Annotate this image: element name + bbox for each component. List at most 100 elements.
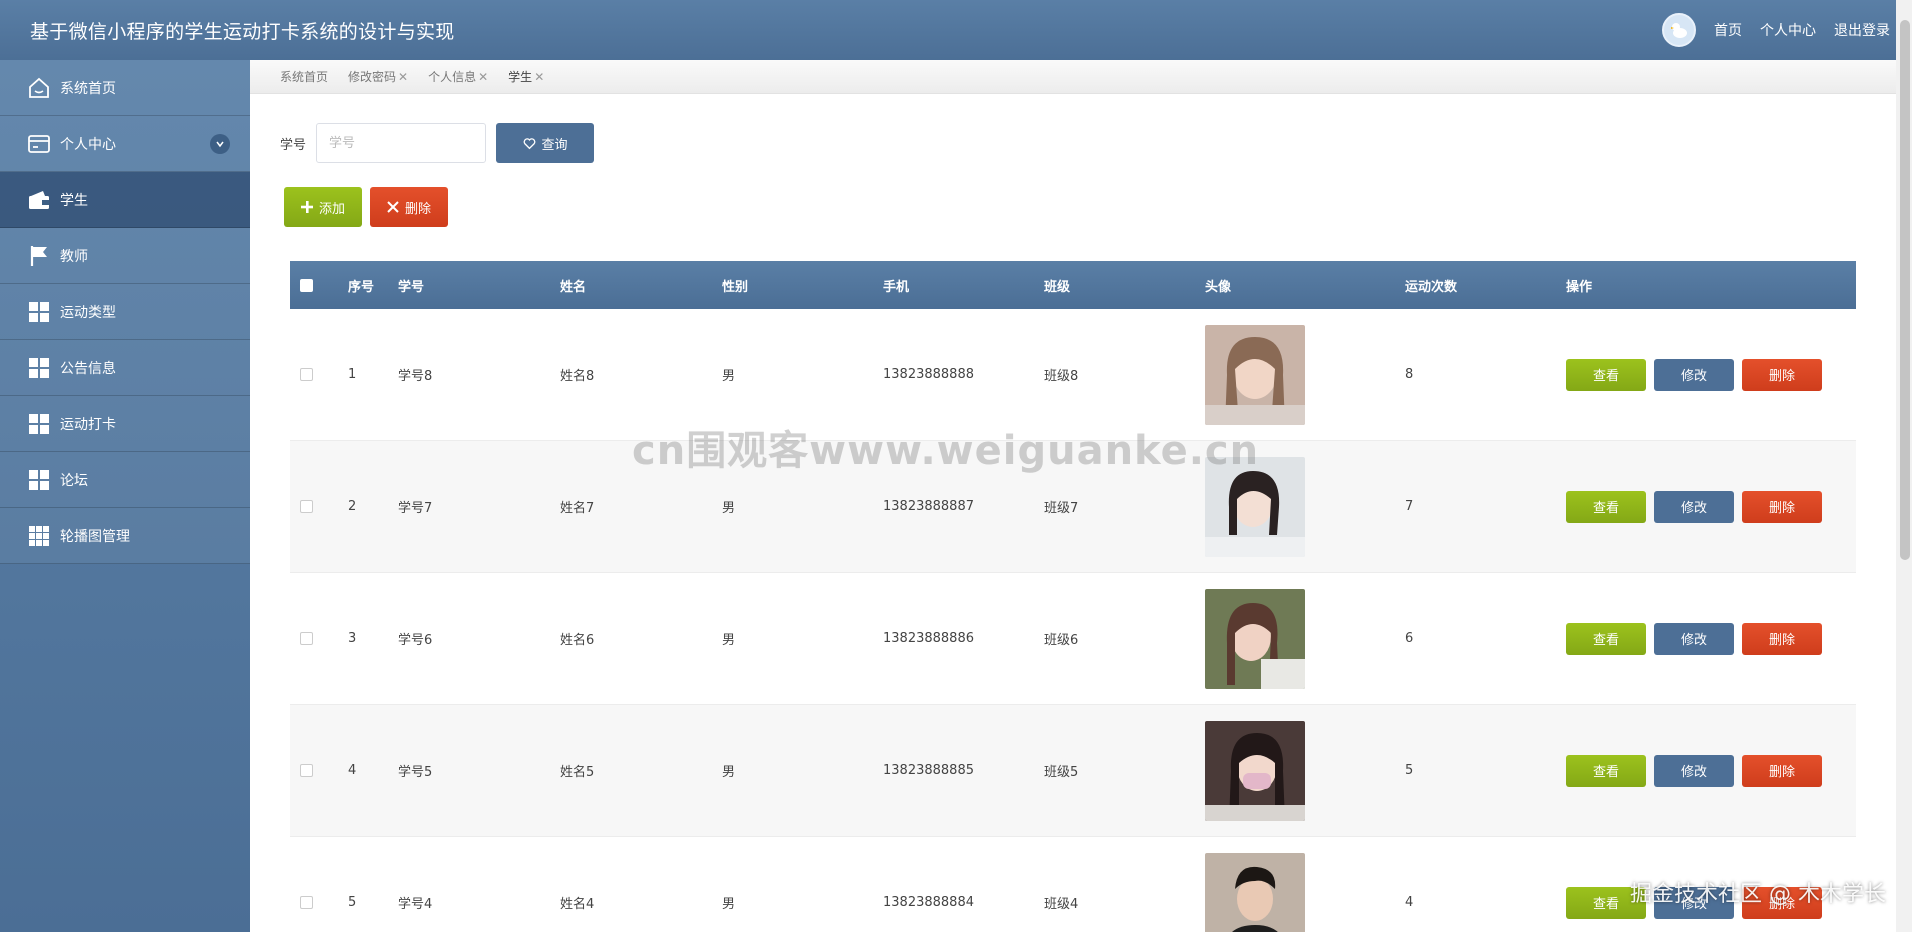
row-name: 姓名8 [560, 369, 595, 384]
row-checkbox[interactable] [300, 368, 313, 381]
tab-student[interactable]: 学生 ✕ [508, 68, 544, 85]
sidebar-item-personal[interactable]: 个人中心 [0, 116, 250, 172]
table-row: 4 学号5 姓名5 男 13823888885 班级5 5 查看 修改 删除 [290, 705, 1856, 837]
card-icon [26, 131, 52, 157]
query-button[interactable]: 查询 [496, 123, 595, 163]
edit-button[interactable]: 修改 [1654, 622, 1734, 655]
row-student-id: 学号5 [398, 765, 433, 780]
search-bar: 学号 查询 [280, 123, 595, 163]
delete-button[interactable]: 删除 [1742, 490, 1822, 523]
delete-button[interactable]: 删除 [1742, 754, 1822, 787]
tab-label: 学生 [508, 70, 533, 84]
sidebar-item-forum[interactable]: 论坛 [0, 452, 250, 508]
header-gender: 性别 [722, 279, 749, 295]
table-row: 2 学号7 姓名7 男 13823888887 班级7 7 查看 修改 删除 [290, 441, 1856, 573]
row-index: 1 [348, 367, 357, 382]
row-avatar-photo [1205, 720, 1305, 821]
row-checkbox[interactable] [300, 896, 313, 909]
row-class: 班级7 [1044, 501, 1079, 516]
grid9-icon [26, 523, 52, 549]
table-header: 序号 学号 姓名 性别 手机 班级 头像 运动次数 操作 [290, 261, 1856, 309]
nav-home-link[interactable]: 首页 [1714, 20, 1742, 40]
logout-link[interactable]: 退出登录 [1834, 20, 1890, 40]
chevron-down-icon[interactable] [210, 133, 230, 154]
sidebar-item-student[interactable]: 学生 [0, 172, 250, 228]
header-count: 运动次数 [1405, 279, 1458, 295]
sidebar-item-label: 公告信息 [60, 360, 116, 377]
query-button-label: 查询 [541, 136, 568, 152]
sidebar-item-teacher[interactable]: 教师 [0, 228, 250, 284]
delete-button[interactable]: 删除 [1742, 886, 1822, 919]
sidebar-item-label: 系统首页 [60, 80, 116, 97]
row-gender: 男 [722, 501, 736, 516]
view-button[interactable]: 查看 [1566, 358, 1646, 391]
add-button[interactable]: 添加 [284, 187, 362, 227]
header-index: 序号 [348, 279, 375, 295]
delete-button[interactable]: 删除 [1742, 622, 1822, 655]
grid-icon [26, 355, 52, 381]
header-avatar: 头像 [1205, 279, 1232, 295]
row-gender: 男 [722, 765, 736, 780]
row-avatar-photo [1205, 456, 1305, 557]
heart-icon [523, 137, 535, 149]
delete-button[interactable]: 删除 [1742, 358, 1822, 391]
row-name: 姓名6 [560, 633, 595, 648]
tab-personal-info[interactable]: 个人信息 ✕ [428, 68, 488, 85]
student-table: 序号 学号 姓名 性别 手机 班级 头像 运动次数 操作 1 学号 8 姓名8 男… [290, 261, 1856, 932]
close-icon[interactable]: ✕ [398, 70, 408, 84]
row-gender: 男 [722, 633, 736, 648]
sidebar-item-home[interactable]: 系统首页 [0, 60, 250, 116]
nav-profile-link[interactable]: 个人中心 [1760, 20, 1816, 40]
row-count: 5 [1405, 763, 1414, 778]
view-button[interactable]: 查看 [1566, 622, 1646, 655]
tab-home[interactable]: 系统首页 [280, 68, 328, 85]
page-scrollbar-thumb[interactable] [1900, 20, 1910, 560]
row-class: 班级8 [1044, 369, 1079, 384]
row-checkbox[interactable] [300, 500, 313, 513]
row-phone: 13823888886 [883, 631, 974, 646]
edit-button[interactable]: 修改 [1654, 754, 1734, 787]
tab-label: 修改密码 [348, 70, 397, 84]
row-checkbox[interactable] [300, 632, 313, 645]
edit-button[interactable]: 修改 [1654, 490, 1734, 523]
page-scrollbar-track[interactable] [1896, 0, 1912, 932]
row-name: 姓名5 [560, 765, 595, 780]
add-button-label: 添加 [318, 200, 345, 216]
row-student-id: 学号7 [398, 501, 433, 516]
row-phone: 13823888887 [883, 499, 974, 514]
header-student-id: 学号 [398, 279, 425, 295]
sidebar-item-label: 运动打卡 [60, 416, 116, 433]
row-checkbox[interactable] [300, 764, 313, 777]
edit-button[interactable]: 修改 [1654, 358, 1734, 391]
batch-delete-button[interactable]: 删除 [370, 187, 448, 227]
view-button[interactable]: 查看 [1566, 886, 1646, 919]
close-icon[interactable]: ✕ [534, 70, 544, 84]
close-icon[interactable]: ✕ [478, 70, 488, 84]
edit-button[interactable]: 修改 [1654, 886, 1734, 919]
plus-icon [300, 201, 313, 213]
sidebar-item-carousel[interactable]: 轮播图管理 [0, 508, 250, 564]
row-count: 8 [1405, 367, 1414, 382]
row-avatar-photo [1205, 852, 1305, 932]
student-id-input[interactable] [316, 123, 487, 163]
sidebar-item-sport-type[interactable]: 运动类型 [0, 284, 250, 340]
user-avatar[interactable] [1662, 13, 1696, 47]
view-button[interactable]: 查看 [1566, 490, 1646, 523]
view-button[interactable]: 查看 [1566, 754, 1646, 787]
row-phone: 13823888888 [883, 367, 974, 382]
row-index: 2 [348, 499, 357, 514]
sidebar-item-notice[interactable]: 公告信息 [0, 340, 250, 396]
row-avatar-photo [1205, 588, 1305, 689]
header-ops: 操作 [1566, 279, 1593, 295]
top-header: 基于微信小程序的学生运动打卡系统的设计与实现 首页 个人中心 退出登录 [0, 0, 1912, 60]
tab-label: 个人信息 [428, 70, 477, 84]
app-title: 基于微信小程序的学生运动打卡系统的设计与实现 [30, 20, 455, 43]
tab-change-password[interactable]: 修改密码 ✕ [348, 68, 408, 85]
grid-icon [26, 411, 52, 437]
sidebar-item-label: 运动类型 [60, 304, 116, 321]
select-all-checkbox[interactable] [300, 278, 313, 292]
sidebar-item-label: 论坛 [60, 472, 88, 489]
sidebar-item-checkin[interactable]: 运动打卡 [0, 396, 250, 452]
close-icon [387, 201, 399, 213]
table-row: 3 学号6 姓名6 男 13823888886 班级6 6 查看 修改 删除 [290, 573, 1856, 705]
